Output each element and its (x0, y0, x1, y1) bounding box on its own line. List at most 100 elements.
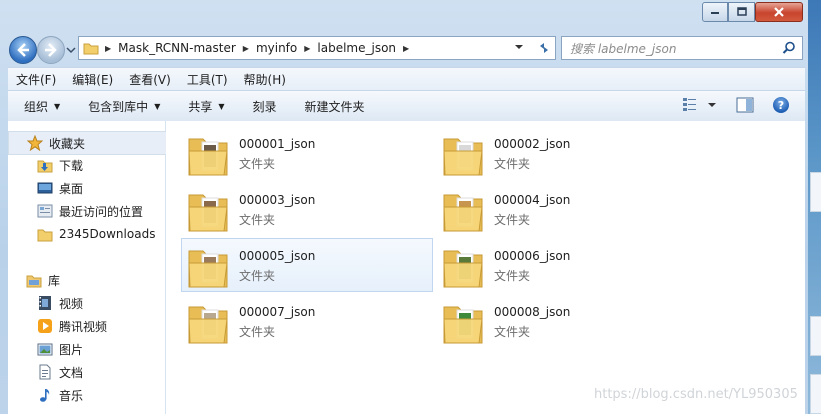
nav-item-favorites[interactable]: 收藏夹 (8, 131, 167, 155)
folder-icon (37, 229, 53, 242)
folder-item[interactable]: 000003_json 文件夹 (181, 182, 433, 236)
organize-label: 组织 (24, 99, 49, 114)
desktop-window-edge (810, 374, 821, 414)
recent-places-icon (37, 204, 53, 218)
folder-type: 文件夹 (494, 213, 531, 227)
burn-button[interactable]: 刻录 (237, 98, 289, 115)
folder-item[interactable]: 000005_json 文件夹 (181, 238, 433, 292)
nav-item-label: 桌面 (59, 181, 84, 196)
breadcrumb-segment[interactable]: Mask_RCNN-master (118, 41, 236, 55)
change-view-button[interactable] (682, 97, 716, 113)
refresh-icon (540, 43, 548, 53)
folder-type: 文件夹 (239, 325, 276, 339)
folder-thumbnail-icon (443, 306, 483, 344)
view-list-icon (683, 98, 696, 111)
minimize-button[interactable] (702, 2, 728, 22)
nav-item-videos[interactable]: 视频 (8, 292, 165, 314)
nav-item-label: 音乐 (59, 388, 84, 403)
breadcrumb-segment[interactable]: labelme_json (317, 41, 396, 55)
folder-type: 文件夹 (494, 325, 531, 339)
desktop-background (808, 0, 821, 414)
star-icon (27, 135, 43, 151)
dropdown-arrow-icon: ▼ (54, 101, 61, 111)
folder-thumbnail-icon (443, 194, 483, 232)
folder-name: 000004_json (494, 193, 571, 207)
burn-label: 刻录 (252, 99, 277, 114)
folder-item[interactable]: 000004_json 文件夹 (436, 182, 688, 236)
folder-name: 000001_json (239, 137, 316, 151)
nav-item-label: 库 (48, 273, 61, 288)
folder-item[interactable]: 000006_json 文件夹 (436, 238, 688, 292)
help-icon: ? (777, 98, 785, 112)
nav-item-documents[interactable]: 文档 (8, 361, 165, 383)
include-in-library-label: 包含到库中 (88, 99, 149, 114)
recent-pages-chevron-icon[interactable] (66, 45, 76, 55)
dropdown-arrow-icon: ▼ (154, 101, 161, 111)
breadcrumb-separator-icon[interactable]: ▶ (105, 44, 111, 53)
folder-type: 文件夹 (239, 213, 276, 227)
search-placeholder: 搜索 labelme_json (570, 41, 677, 56)
share-label: 共享 (188, 99, 213, 114)
minimize-icon (711, 12, 719, 14)
menu-edit[interactable]: 编辑(E) (64, 71, 121, 88)
nav-item-recent-places[interactable]: 最近访问的位置 (8, 200, 165, 222)
nav-item-label: 2345Downloads (59, 227, 156, 241)
menu-help[interactable]: 帮助(H) (236, 71, 294, 88)
help-button[interactable]: ? (773, 97, 789, 113)
nav-item-tencent-video[interactable]: 腾讯视频 (8, 315, 165, 337)
navigation-pane: 收藏夹 下载 桌面 最近访问的位置 2345Downloads 库 视频 腾讯视… (8, 121, 167, 414)
folder-item[interactable]: 000007_json 文件夹 (181, 294, 433, 348)
folder-item[interactable]: 000002_json 文件夹 (436, 126, 688, 180)
include-in-library-button[interactable]: 包含到库中 ▼ (72, 98, 172, 115)
nav-item-libraries[interactable]: 库 (8, 269, 165, 291)
close-button[interactable] (755, 2, 803, 22)
tencent-video-icon (38, 319, 52, 333)
nav-item-2345downloads[interactable]: 2345Downloads (8, 223, 165, 245)
folder-type: 文件夹 (239, 269, 276, 283)
preview-pane-button[interactable] (736, 97, 754, 113)
folder-type: 文件夹 (494, 157, 531, 171)
address-history-dropdown-icon[interactable] (512, 41, 526, 53)
folder-type: 文件夹 (239, 157, 276, 171)
breadcrumb-segment[interactable]: myinfo (256, 41, 297, 55)
forward-button[interactable] (37, 36, 65, 64)
nav-item-label: 文档 (59, 365, 84, 380)
menu-tools[interactable]: 工具(T) (179, 71, 236, 88)
folder-item[interactable]: 000008_json 文件夹 (436, 294, 688, 348)
nav-item-desktop[interactable]: 桌面 (8, 177, 165, 199)
folder-name: 000003_json (239, 193, 316, 207)
dropdown-arrow-icon (708, 103, 716, 107)
folder-thumbnail-icon (443, 250, 483, 288)
library-icon (26, 275, 42, 288)
search-input[interactable]: 搜索 labelme_json (561, 36, 803, 60)
folder-thumbnail-icon (443, 138, 483, 176)
nav-item-music[interactable]: 音乐 (8, 384, 165, 406)
organize-button[interactable]: 组织 ▼ (8, 98, 72, 115)
new-folder-button[interactable]: 新建文件夹 (289, 98, 377, 115)
nav-item-label: 图片 (59, 342, 84, 357)
folder-item[interactable]: 000001_json 文件夹 (181, 126, 433, 180)
folder-thumbnail-icon (188, 194, 228, 232)
nav-item-pictures[interactable]: 图片 (8, 338, 165, 360)
nav-item-downloads[interactable]: 下载 (8, 154, 165, 176)
folder-name: 000006_json (494, 249, 571, 263)
folder-thumbnail-icon (188, 250, 228, 288)
search-icon[interactable] (782, 41, 796, 55)
address-bar[interactable]: ▶ Mask_RCNN-master ▶ myinfo ▶ labelme_js… (78, 36, 534, 60)
breadcrumb-separator-icon[interactable]: ▶ (403, 44, 409, 53)
maximize-button[interactable] (728, 2, 755, 22)
breadcrumb-separator-icon[interactable]: ▶ (243, 44, 249, 53)
refresh-button[interactable] (533, 36, 556, 60)
menu-file[interactable]: 文件(F) (8, 71, 64, 88)
menu-view[interactable]: 查看(V) (121, 71, 179, 88)
folder-name: 000005_json (239, 249, 316, 263)
new-folder-label: 新建文件夹 (304, 99, 365, 114)
folder-thumbnail-icon (188, 138, 228, 176)
breadcrumb-separator-icon[interactable]: ▶ (304, 44, 310, 53)
share-button[interactable]: 共享 ▼ (172, 98, 236, 115)
back-button[interactable] (9, 36, 37, 64)
documents-icon (39, 364, 51, 380)
arrow-left-icon (17, 43, 29, 57)
folder-thumbnail-icon (188, 306, 228, 344)
desktop-window-edge (810, 172, 821, 212)
